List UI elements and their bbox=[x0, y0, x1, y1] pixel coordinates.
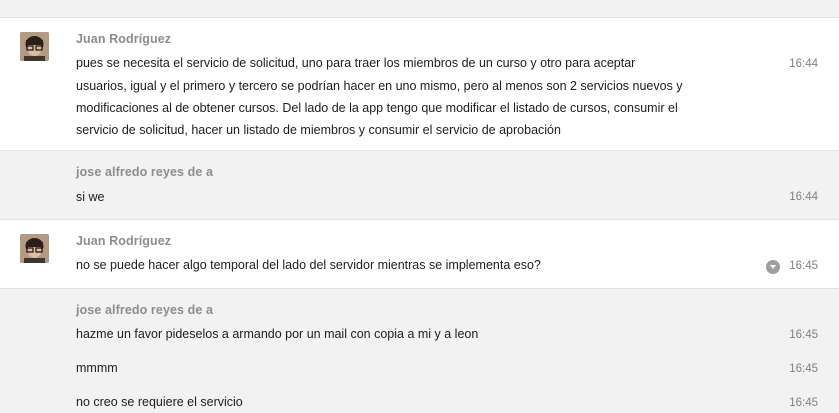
message-text: servicio de solicitud, hacer un listado … bbox=[76, 123, 561, 137]
message-group: Juan Rodríguez no se puede hacer algo te… bbox=[0, 220, 839, 289]
message-group: jose alfredo reyes de a si we 16:44 bbox=[0, 151, 839, 220]
avatar-photo-icon bbox=[20, 234, 49, 263]
message-timestamp: 16:45 bbox=[789, 260, 818, 272]
message-timestamp: 16:44 bbox=[789, 191, 818, 203]
chat-transcript: Juan Rodríguez pues se necesita el servi… bbox=[0, 0, 839, 413]
sender-name[interactable]: Juan Rodríguez bbox=[76, 234, 171, 248]
message-text: no se puede hacer algo temporal del lado… bbox=[76, 258, 541, 272]
message-group: Juan Rodríguez pues se necesita el servi… bbox=[0, 18, 839, 151]
message-timestamp: 16:45 bbox=[789, 397, 818, 409]
message-text: no creo se requiere el servicio bbox=[76, 395, 243, 409]
message-text: hazme un favor pideselos a armando por u… bbox=[76, 327, 479, 341]
avatar[interactable] bbox=[20, 234, 49, 263]
message-text: si we bbox=[76, 190, 105, 204]
chevron-down-circle-icon[interactable] bbox=[766, 260, 780, 274]
message-group: jose alfredo reyes de a hazme un favor p… bbox=[0, 289, 839, 413]
previous-message-edge bbox=[0, 0, 839, 18]
avatar-photo-icon bbox=[20, 32, 49, 61]
avatar[interactable] bbox=[20, 32, 49, 61]
sender-name[interactable]: Juan Rodríguez bbox=[76, 32, 171, 46]
message-timestamp: 16:44 bbox=[789, 58, 818, 70]
message-text: modificaciones al de obtener cursos. Del… bbox=[76, 101, 678, 115]
sender-name[interactable]: jose alfredo reyes de a bbox=[76, 165, 213, 179]
message-text: pues se necesita el servicio de solicitu… bbox=[76, 56, 636, 70]
message-text: usuarios, igual y el primero y tercero s… bbox=[76, 79, 683, 93]
message-timestamp: 16:45 bbox=[789, 329, 818, 341]
message-timestamp: 16:45 bbox=[789, 363, 818, 375]
message-text: mmmm bbox=[76, 361, 118, 375]
sender-name[interactable]: jose alfredo reyes de a bbox=[76, 303, 213, 317]
